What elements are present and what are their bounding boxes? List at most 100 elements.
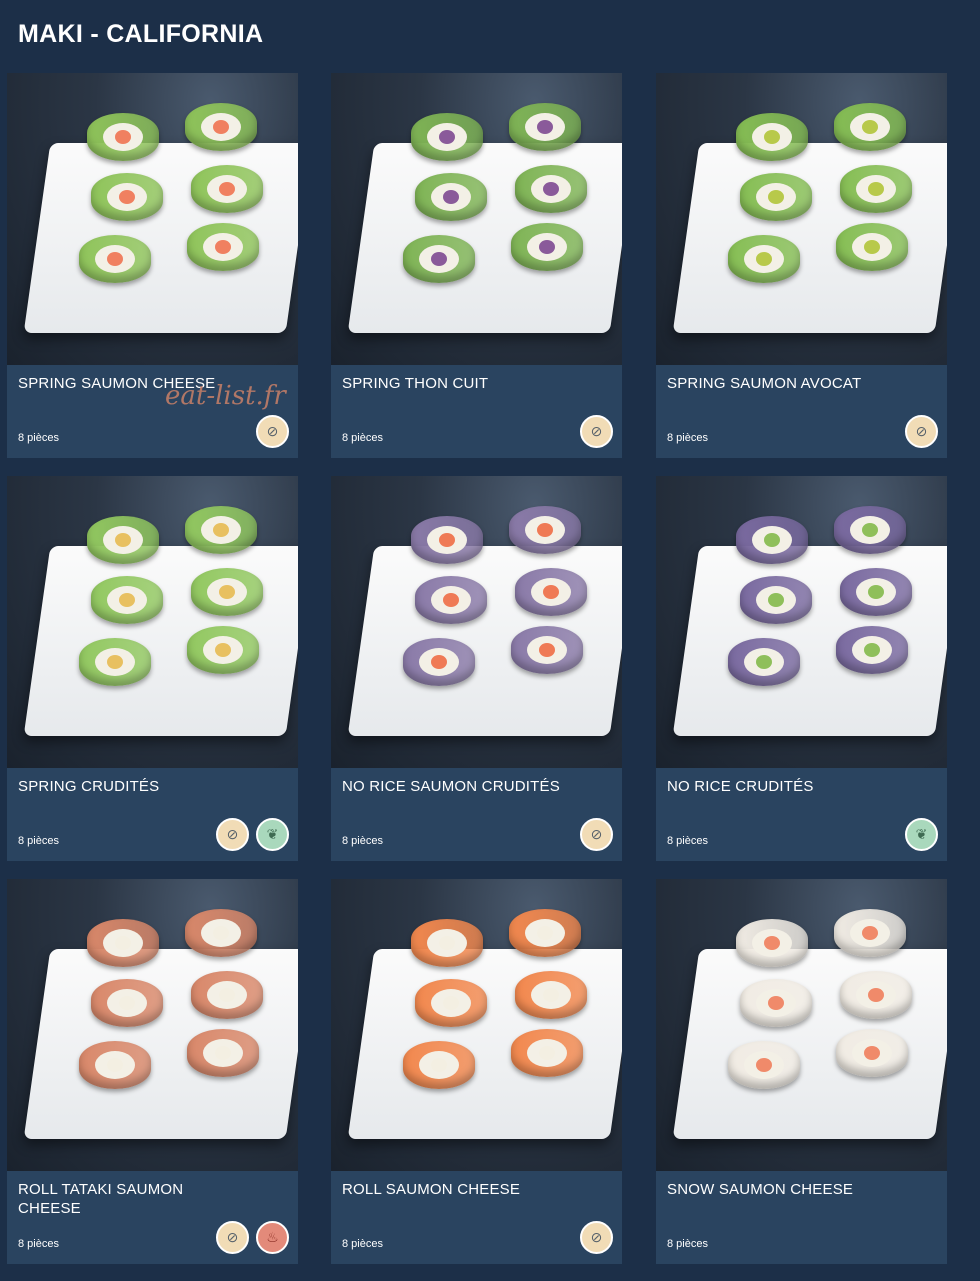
sushi-roll bbox=[87, 113, 159, 161]
sushi-roll bbox=[840, 971, 912, 1019]
section-title: MAKI - CALIFORNIA bbox=[18, 20, 264, 48]
product-photo bbox=[7, 476, 298, 768]
product-card[interactable]: ROLL TATAKI SAUMON CHEESE 8 pièces ⊘ ♨ bbox=[7, 879, 298, 1264]
product-name: SNOW SAUMON CHEESE bbox=[667, 1181, 854, 1198]
sushi-roll bbox=[840, 165, 912, 213]
veggie-leaf-icon: ❦ bbox=[905, 818, 938, 851]
sushi-roll bbox=[91, 576, 163, 624]
sushi-roll bbox=[187, 1029, 259, 1077]
sushi-roll bbox=[515, 971, 587, 1019]
sushi-roll bbox=[415, 173, 487, 221]
gluten-free-icon: ⊘ bbox=[216, 1221, 249, 1254]
product-card[interactable]: ROLL SAUMON CHEESE 8 pièces ⊘ bbox=[331, 879, 622, 1264]
sushi-roll bbox=[87, 516, 159, 564]
product-card[interactable]: SPRING CRUDITÉS 8 pièces ⊘ ❦ bbox=[7, 476, 298, 861]
sushi-roll bbox=[740, 979, 812, 1027]
sushi-roll bbox=[511, 626, 583, 674]
sushi-roll bbox=[740, 173, 812, 221]
product-card[interactable]: NO RICE SAUMON CRUDITÉS 8 pièces ⊘ bbox=[331, 476, 622, 861]
product-photo bbox=[7, 73, 298, 365]
sushi-roll bbox=[736, 919, 808, 967]
sushi-roll bbox=[91, 173, 163, 221]
product-name: ROLL TATAKI SAUMON CHEESE bbox=[18, 1181, 184, 1217]
product-name: SPRING SAUMON AVOCAT bbox=[667, 375, 862, 392]
sushi-roll bbox=[740, 576, 812, 624]
sushi-roll bbox=[87, 919, 159, 967]
sushi-roll bbox=[834, 909, 906, 957]
diet-badges: ⊘ bbox=[580, 818, 613, 851]
sushi-roll bbox=[834, 103, 906, 151]
diet-badges: ⊘ bbox=[580, 415, 613, 448]
product-grid: SPRING SAUMON CHEESE 8 pièces ⊘ SPRING THON… bbox=[7, 73, 947, 1264]
watermark: eat-list.fr bbox=[165, 381, 286, 411]
sushi-roll bbox=[515, 568, 587, 616]
sushi-roll bbox=[415, 576, 487, 624]
sushi-roll bbox=[511, 223, 583, 271]
sushi-roll bbox=[511, 1029, 583, 1077]
sushi-roll bbox=[403, 1041, 475, 1089]
sushi-roll bbox=[515, 165, 587, 213]
sushi-roll bbox=[728, 235, 800, 283]
product-pieces: 8 pièces bbox=[667, 1238, 708, 1250]
gluten-free-icon: ⊘ bbox=[580, 415, 613, 448]
diet-badges: ⊘ bbox=[256, 415, 289, 448]
product-card[interactable]: SNOW SAUMON CHEESE 8 pièces bbox=[656, 879, 947, 1264]
sushi-roll bbox=[191, 971, 263, 1019]
sushi-roll bbox=[415, 979, 487, 1027]
gluten-free-icon: ⊘ bbox=[216, 818, 249, 851]
diet-badges: ⊘ ❦ bbox=[216, 818, 289, 851]
product-photo bbox=[656, 73, 947, 365]
product-pieces: 8 pièces bbox=[342, 432, 383, 444]
sushi-roll bbox=[191, 568, 263, 616]
product-pieces: 8 pièces bbox=[18, 835, 59, 847]
sushi-roll bbox=[79, 235, 151, 283]
sushi-roll bbox=[509, 909, 581, 957]
product-photo bbox=[656, 879, 947, 1171]
product-photo bbox=[331, 879, 622, 1171]
product-card[interactable]: SPRING SAUMON AVOCAT 8 pièces ⊘ bbox=[656, 73, 947, 458]
sushi-roll bbox=[185, 506, 257, 554]
product-name: ROLL SAUMON CHEESE bbox=[342, 1181, 521, 1198]
product-name: NO RICE SAUMON CRUDITÉS bbox=[342, 778, 560, 795]
sushi-roll bbox=[411, 516, 483, 564]
diet-badges: ⊘ ♨ bbox=[216, 1221, 289, 1254]
product-name: SPRING CRUDITÉS bbox=[18, 778, 160, 795]
sushi-roll bbox=[403, 638, 475, 686]
product-card[interactable]: NO RICE CRUDITÉS 8 pièces ❦ bbox=[656, 476, 947, 861]
veggie-leaf-icon: ❦ bbox=[256, 818, 289, 851]
sushi-roll bbox=[834, 506, 906, 554]
sushi-roll bbox=[185, 909, 257, 957]
product-card[interactable]: SPRING THON CUIT 8 pièces ⊘ bbox=[331, 73, 622, 458]
product-name: NO RICE CRUDITÉS bbox=[667, 778, 814, 795]
sushi-roll bbox=[736, 113, 808, 161]
sushi-roll bbox=[79, 638, 151, 686]
diet-badges: ⊘ bbox=[905, 415, 938, 448]
sushi-roll bbox=[728, 638, 800, 686]
sushi-roll bbox=[736, 516, 808, 564]
diet-badges: ⊘ bbox=[580, 1221, 613, 1254]
sushi-roll bbox=[836, 626, 908, 674]
sushi-roll bbox=[79, 1041, 151, 1089]
sushi-roll bbox=[836, 1029, 908, 1077]
gluten-free-icon: ⊘ bbox=[580, 818, 613, 851]
sushi-roll bbox=[403, 235, 475, 283]
sushi-roll bbox=[840, 568, 912, 616]
product-pieces: 8 pièces bbox=[667, 835, 708, 847]
product-pieces: 8 pièces bbox=[667, 432, 708, 444]
product-photo bbox=[331, 476, 622, 768]
sushi-roll bbox=[836, 223, 908, 271]
sushi-roll bbox=[509, 103, 581, 151]
sushi-roll bbox=[91, 979, 163, 1027]
product-photo bbox=[7, 879, 298, 1171]
gluten-free-icon: ⊘ bbox=[905, 415, 938, 448]
product-photo bbox=[331, 73, 622, 365]
sushi-roll bbox=[187, 626, 259, 674]
spicy-chili-icon: ♨ bbox=[256, 1221, 289, 1254]
sushi-roll bbox=[187, 223, 259, 271]
product-name: SPRING THON CUIT bbox=[342, 375, 489, 392]
gluten-free-icon: ⊘ bbox=[580, 1221, 613, 1254]
sushi-roll bbox=[185, 103, 257, 151]
product-pieces: 8 pièces bbox=[342, 1238, 383, 1250]
diet-badges: ❦ bbox=[905, 818, 938, 851]
product-pieces: 8 pièces bbox=[18, 1238, 59, 1250]
